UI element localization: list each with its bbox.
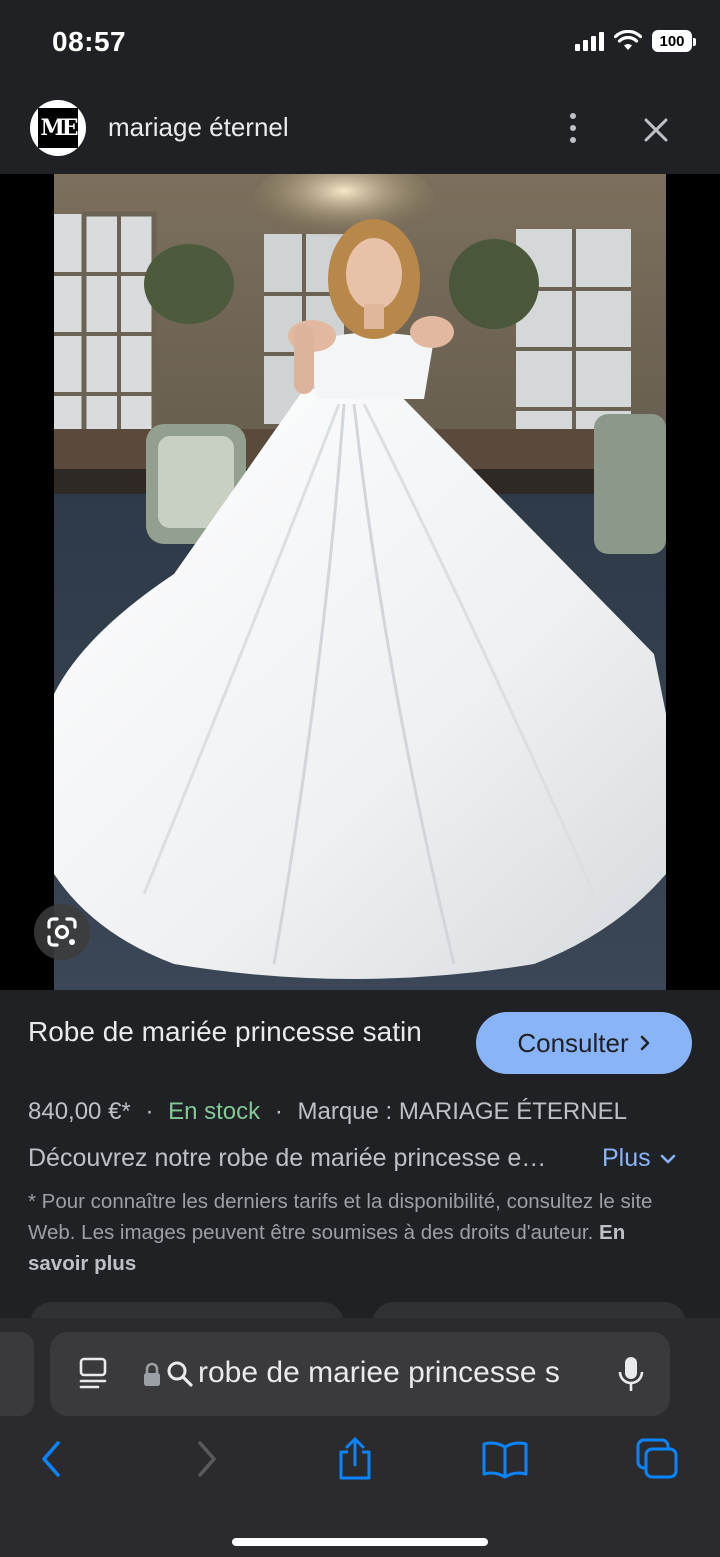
cellular-signal-icon — [575, 31, 604, 51]
chevron-left-icon — [42, 1441, 60, 1477]
address-bar[interactable]: robe de mariee princesse s — [50, 1332, 670, 1416]
google-lens-icon — [47, 917, 77, 947]
wedding-dress-photo — [54, 174, 666, 990]
microphone-icon[interactable] — [618, 1355, 644, 1393]
close-button[interactable] — [636, 110, 676, 150]
close-icon — [644, 118, 668, 142]
chevron-down-icon — [660, 1154, 675, 1163]
site-name[interactable]: mariage éternel — [108, 112, 289, 143]
stock-status: En stock — [168, 1098, 261, 1125]
lock-icon — [144, 1362, 160, 1386]
chevron-right-icon — [198, 1441, 216, 1477]
url-text[interactable]: robe de mariee princesse s — [198, 1356, 594, 1390]
status-time: 08:57 — [52, 26, 127, 57]
bookmarks-button[interactable] — [480, 1434, 530, 1484]
product-info-panel: Robe de mariée princesse satin Consulter… — [0, 990, 720, 1332]
site-logo: ME — [30, 100, 86, 156]
tabs-icon — [636, 1438, 678, 1479]
lens-search-button[interactable] — [34, 904, 90, 960]
consult-button[interactable]: Consulter — [476, 1012, 692, 1074]
more-button[interactable]: Plus — [602, 1144, 677, 1173]
consult-label: Consulter — [517, 1027, 629, 1058]
back-button[interactable] — [26, 1434, 76, 1484]
product-title[interactable]: Robe de mariée princesse satin — [28, 1012, 438, 1052]
site-logo-mark: ME — [38, 108, 79, 148]
disclaimer-note: * Pour connaître les derniers tarifs et … — [28, 1186, 688, 1279]
battery-indicator: 100 — [652, 30, 696, 52]
home-indicator — [232, 1538, 488, 1546]
disclaimer-text: * Pour connaître les derniers tarifs et … — [28, 1190, 653, 1244]
product-meta: 840,00 €* · En stock · Marque : MARIAGE … — [28, 1098, 627, 1126]
search-icon — [167, 1361, 193, 1387]
wifi-icon — [614, 30, 642, 50]
status-icons: 100 — [575, 30, 696, 52]
reader-icon[interactable] — [76, 1356, 110, 1390]
chevron-right-icon — [640, 1035, 649, 1051]
status-bar: 08:57 100 — [0, 0, 720, 90]
product-price: 840,00 €* — [28, 1098, 131, 1125]
share-icon — [339, 1437, 371, 1480]
product-description: Découvrez notre robe de mariée princesse… — [28, 1144, 547, 1172]
more-vert-icon — [570, 113, 576, 119]
tabs-button[interactable] — [632, 1434, 682, 1484]
book-icon — [482, 1441, 528, 1479]
more-options-button[interactable] — [556, 108, 590, 148]
meta-separator: · — [145, 1098, 154, 1125]
forward-button[interactable] — [182, 1434, 232, 1484]
meta-separator: · — [274, 1098, 283, 1125]
previous-tab-peek[interactable] — [0, 1332, 34, 1416]
more-label: Plus — [602, 1144, 651, 1172]
image-viewer — [0, 174, 720, 990]
product-brand: Marque : MARIAGE ÉTERNEL — [297, 1098, 627, 1125]
result-header: ME mariage éternel — [0, 90, 720, 174]
share-button[interactable] — [330, 1434, 380, 1484]
product-image[interactable] — [54, 174, 666, 990]
browser-bottom-bar: robe de mariee princesse s — [0, 1318, 720, 1557]
